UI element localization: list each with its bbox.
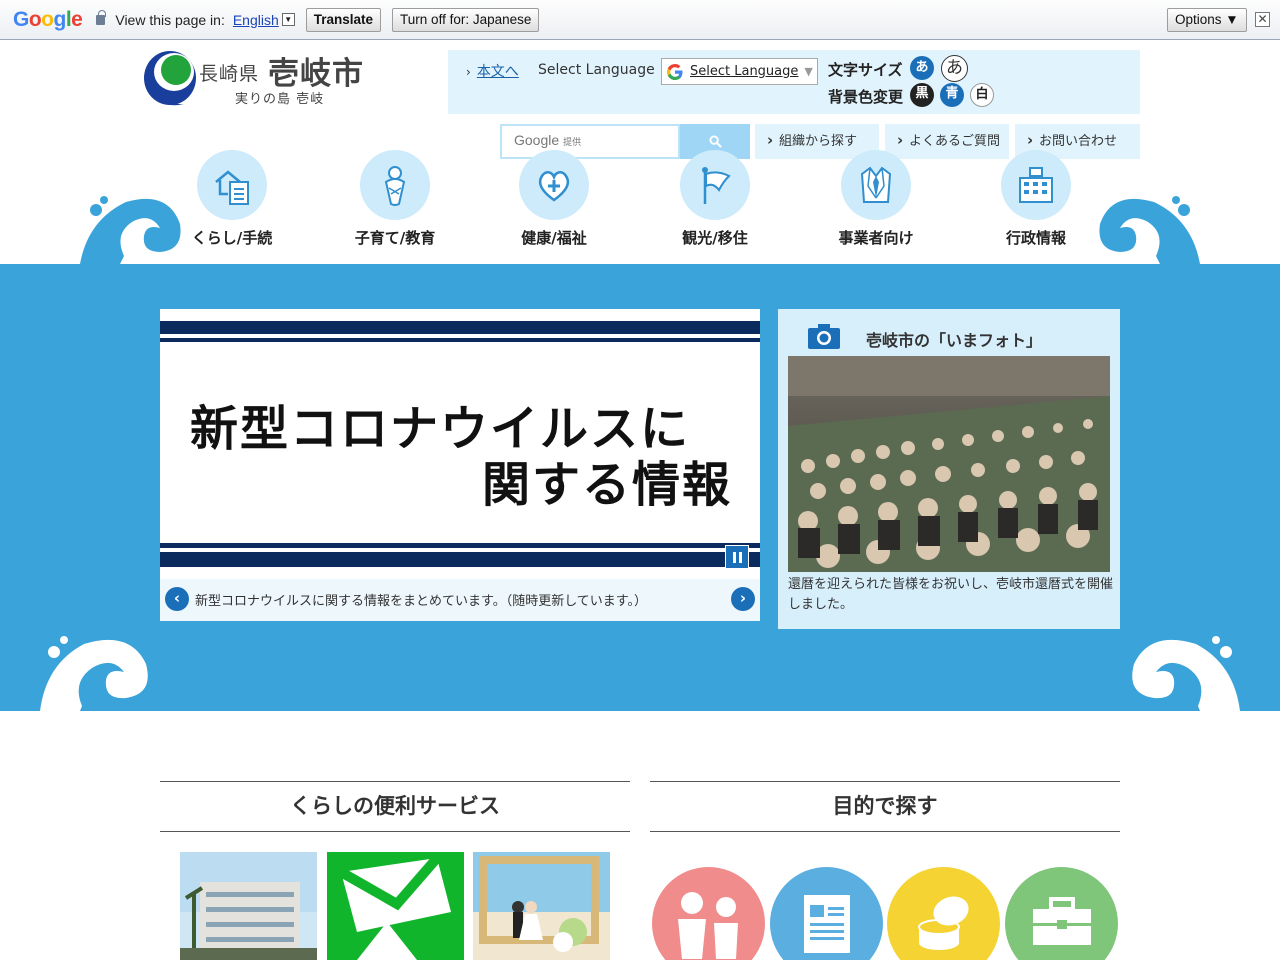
purpose-documents[interactable] bbox=[770, 867, 883, 960]
bg-blue-button[interactable]: 青 bbox=[940, 83, 964, 107]
service-thumb-wedding[interactable] bbox=[473, 852, 610, 960]
google-g-icon bbox=[667, 63, 683, 80]
skip-to-content[interactable]: › 本文へ bbox=[466, 61, 519, 81]
font-size-label: 文字サイズ bbox=[828, 61, 903, 79]
slide-stripe-bottom-thin bbox=[160, 543, 760, 548]
now-photo-image[interactable] bbox=[788, 356, 1110, 572]
translate-bar: Google View this page in: English ▼ Tran… bbox=[0, 0, 1280, 40]
category-label: 観光/移住 bbox=[682, 229, 748, 247]
skip-link[interactable]: 本文へ bbox=[477, 64, 519, 80]
wedding-photo bbox=[473, 852, 610, 960]
city-tagline: 実りの島 壱岐 bbox=[235, 92, 325, 107]
category-label: くらし/手続 bbox=[191, 229, 273, 247]
audience-photo bbox=[788, 356, 1110, 572]
now-photo-caption: 還暦を迎えられた皆様をお祝いし、壱岐市還暦式を開催しました。 bbox=[788, 577, 1114, 612]
now-photo-panel: 壱岐市の「いまフォト」 還暦を迎えられた皆様をお祝いし、壱岐市還暦式を開催しまし… bbox=[778, 309, 1120, 629]
bg-white-button[interactable]: 白 bbox=[970, 83, 994, 107]
pause-icon[interactable] bbox=[725, 545, 749, 569]
now-photo-title: 壱岐市の「いまフォト」 bbox=[866, 331, 1043, 350]
purpose-heading: 目的で探す bbox=[650, 781, 1120, 832]
slide-headline-line2: 関する情報 bbox=[481, 457, 732, 513]
wave-right-bottom-icon bbox=[1132, 636, 1240, 711]
next-arrow-icon[interactable]: › bbox=[731, 587, 755, 611]
category-living[interactable]: くらし/手続 bbox=[172, 150, 292, 250]
heart-plus-icon bbox=[538, 171, 570, 202]
purpose-money[interactable] bbox=[887, 867, 1000, 960]
category-icon-circle bbox=[680, 150, 750, 220]
category-label: 健康/福祉 bbox=[521, 229, 587, 247]
translate-button[interactable]: Translate bbox=[305, 7, 382, 32]
city-hall-icon bbox=[1019, 167, 1053, 203]
slide-stripe-top bbox=[160, 321, 760, 334]
slide-stripe-bottom bbox=[160, 552, 760, 567]
wave-right-top-icon bbox=[1099, 196, 1200, 264]
document-icon bbox=[804, 895, 850, 953]
purpose-work[interactable] bbox=[1005, 867, 1118, 960]
briefcase-icon bbox=[1033, 897, 1091, 945]
google-logo: Google bbox=[13, 7, 83, 31]
baby-icon bbox=[384, 166, 406, 206]
city-hall-photo bbox=[180, 852, 317, 960]
category-icon-circle bbox=[519, 150, 589, 220]
search-brand-sub: 提供 bbox=[563, 137, 582, 147]
category-icon-circle bbox=[1001, 150, 1071, 220]
site-logo[interactable]: 長崎県 壱岐市 実りの島 壱岐 bbox=[140, 48, 380, 114]
category-health[interactable]: 健康/福祉 bbox=[494, 150, 614, 250]
language-select-value: Select Language bbox=[690, 64, 799, 79]
category-icon-circle bbox=[360, 150, 430, 220]
font-size-large-button[interactable]: あ bbox=[941, 55, 968, 82]
suit-icon bbox=[860, 166, 892, 203]
category-label: 事業者向け bbox=[838, 229, 914, 247]
background-color-label: 背景色変更 bbox=[828, 88, 904, 106]
header-tool-panel: › 本文へ Select Language Select Language ▼ 文… bbox=[448, 50, 1140, 114]
view-page-text: View this page in: bbox=[115, 11, 225, 28]
coins-icon bbox=[918, 896, 969, 950]
lock-icon bbox=[96, 9, 106, 25]
font-size-standard-button[interactable]: あ bbox=[910, 56, 934, 80]
category-government[interactable]: 行政情報 bbox=[976, 150, 1096, 250]
category-icon-circle bbox=[197, 150, 267, 220]
category-label: 行政情報 bbox=[1005, 229, 1066, 247]
chevron-right-icon: › bbox=[466, 65, 471, 79]
category-tourism[interactable]: 観光/移住 bbox=[655, 150, 775, 250]
slide-stripe-top-thin bbox=[160, 338, 760, 342]
camera-icon bbox=[808, 324, 840, 349]
flag-icon bbox=[702, 167, 731, 204]
city-name: 壱岐市 bbox=[268, 56, 364, 92]
category-label: 子育て/教育 bbox=[354, 229, 436, 247]
close-icon[interactable]: ✕ bbox=[1255, 12, 1270, 27]
search-brand-google: Google bbox=[514, 132, 560, 148]
language-dropdown-icon[interactable]: ▼ bbox=[281, 13, 295, 26]
search-brand: Google 提供 bbox=[514, 132, 581, 148]
select-language-label: Select Language bbox=[538, 62, 655, 78]
purpose-family[interactable] bbox=[652, 867, 765, 960]
house-document-icon bbox=[215, 170, 249, 205]
city-emblem-icon bbox=[144, 51, 196, 106]
language-link[interactable]: English bbox=[233, 12, 279, 28]
slide-caption[interactable]: 新型コロナウイルスに関する情報をまとめています。（随時更新しています。） bbox=[195, 590, 647, 609]
category-childcare[interactable]: 子育て/教育 bbox=[335, 150, 455, 250]
language-select[interactable]: Select Language ▼ bbox=[661, 58, 818, 85]
category-icon-circle bbox=[841, 150, 911, 220]
wave-left-bottom-icon bbox=[40, 636, 148, 711]
search-icon bbox=[709, 135, 722, 148]
options-button[interactable]: Options ▼ bbox=[1167, 8, 1247, 32]
service-thumb-mail[interactable] bbox=[327, 852, 464, 960]
turn-off-button[interactable]: Turn off for: Japanese bbox=[392, 7, 540, 32]
mail-logo-icon bbox=[338, 854, 451, 960]
prefecture-name: 長崎県 bbox=[199, 63, 260, 85]
service-thumb-cityhall[interactable] bbox=[180, 852, 317, 960]
category-business[interactable]: 事業者向け bbox=[816, 150, 936, 250]
prev-arrow-icon[interactable]: ‹ bbox=[165, 587, 189, 611]
hero-slider[interactable]: 新型コロナウイルスに 関する情報 ‹ 新型コロナウイルスに関する情報をまとめてい… bbox=[160, 309, 760, 621]
chevron-down-icon: ▼ bbox=[804, 65, 813, 78]
slide-caption-bar: ‹ 新型コロナウイルスに関する情報をまとめています。（随時更新しています。） › bbox=[160, 579, 760, 621]
services-heading: くらしの便利サービス bbox=[160, 781, 630, 832]
people-icon bbox=[678, 892, 738, 959]
bg-black-button[interactable]: 黒 bbox=[910, 83, 934, 107]
